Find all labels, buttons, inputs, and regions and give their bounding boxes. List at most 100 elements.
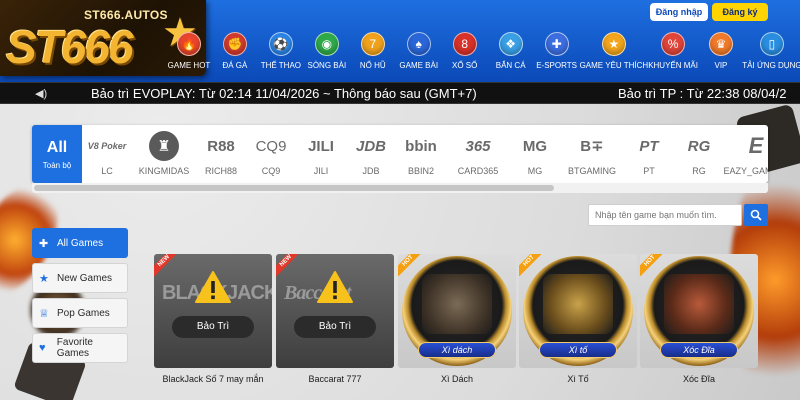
nav-ban-ca[interactable]: ❖ BẮN CÁ bbox=[488, 32, 534, 80]
nav-label: ĐÁ GÀ bbox=[222, 61, 248, 70]
category-favorite-games[interactable]: ♥ Favorite Games bbox=[32, 333, 128, 363]
game-name: Xì Tố bbox=[567, 374, 589, 384]
game-search-input[interactable] bbox=[588, 204, 742, 226]
login-button[interactable]: Đăng nhập bbox=[650, 3, 708, 21]
provider-name: LC bbox=[101, 166, 113, 176]
provider-btgaming[interactable]: B∓ BTGAMING bbox=[560, 125, 624, 183]
game-thumbnail: NEW BLACKJACK Bảo Trì bbox=[154, 254, 272, 368]
provider-all-tab[interactable]: All Toàn bộ bbox=[32, 125, 82, 183]
nav-the-thao[interactable]: ⚽ THỂ THAO bbox=[258, 32, 304, 80]
provider-lc[interactable]: V8 Poker LC bbox=[82, 125, 132, 183]
maintenance-button[interactable]: Bảo Trì bbox=[294, 316, 376, 338]
provider-name: CARD365 bbox=[457, 166, 499, 176]
card-icon: ♠ bbox=[406, 32, 431, 56]
provider-list: V8 Poker LC ♜ KINGMIDAS R88 RICH88 CQ9 C… bbox=[82, 125, 768, 183]
nav-label: GAME BÀI bbox=[399, 61, 439, 70]
nav-label: SÒNG BÀI bbox=[307, 61, 347, 70]
register-button[interactable]: Đăng ký bbox=[712, 3, 768, 21]
nav-no-hu[interactable]: 7 NỔ HŨ bbox=[350, 32, 396, 80]
nav-game-bai[interactable]: ♠ GAME BÀI bbox=[396, 32, 442, 80]
search-button[interactable] bbox=[744, 204, 768, 226]
provider-kingmidas[interactable]: ♜ KINGMIDAS bbox=[132, 125, 196, 183]
game-thumbnail: HOT Xì dách bbox=[398, 254, 516, 368]
new-badge: NEW bbox=[276, 254, 298, 276]
provider-logo: bbin bbox=[405, 137, 437, 155]
provider-pt[interactable]: PT PT bbox=[624, 125, 674, 183]
scrollbar-thumb[interactable] bbox=[34, 185, 554, 191]
game-artwork bbox=[543, 274, 613, 334]
nav-xo-so[interactable]: 8 XỔ SỐ bbox=[442, 32, 488, 80]
provider-name: BBIN2 bbox=[407, 166, 434, 176]
game-thumbnail: HOT Xì tố bbox=[519, 254, 637, 368]
game-thumbnail: NEW Baccarat Bảo Trì bbox=[276, 254, 394, 368]
provider-rg[interactable]: RG RG bbox=[674, 125, 724, 183]
provider-name: EAZY_GAMING bbox=[723, 166, 769, 176]
announcement-text: Bảo trì EVOPLAY: Từ 02:14 11/04/2026 ~ T… bbox=[91, 86, 477, 101]
nav-label: NỔ HŨ bbox=[359, 61, 386, 70]
provider-mg[interactable]: MG MG bbox=[510, 125, 560, 183]
site-header: ST666.AUTOS ST666 ★ Đăng nhập Đăng ký 🔥 … bbox=[0, 0, 800, 82]
category-new-games[interactable]: ★ New Games bbox=[32, 263, 128, 293]
provider-logo: E bbox=[748, 133, 764, 158]
nav-da-ga[interactable]: ✊ ĐÁ GÀ bbox=[212, 32, 258, 80]
nav-label: GAME YÊU THÍCH bbox=[579, 61, 649, 70]
provider-name: RICH88 bbox=[204, 166, 237, 176]
provider-name: BTGAMING bbox=[567, 166, 616, 176]
warning-icon bbox=[195, 271, 231, 303]
provider-card365[interactable]: 365 CARD365 bbox=[446, 125, 510, 183]
maintenance-button[interactable]: Bảo Trì bbox=[172, 316, 254, 338]
game-card-xoc-dia[interactable]: HOT Xóc Đĩa Xóc Đĩa bbox=[640, 254, 758, 386]
crown-icon: ♛ bbox=[708, 32, 733, 56]
provider-eazy-gaming[interactable]: E EAZY_GAMING bbox=[723, 125, 769, 183]
provider-scrollbar[interactable] bbox=[32, 183, 768, 193]
nav-e-sports[interactable]: ✚ E-SPORTS bbox=[534, 32, 580, 80]
nav-song-bai[interactable]: ◉ SÒNG BÀI bbox=[304, 32, 350, 80]
game-card-xi-to[interactable]: HOT Xì tố Xì Tố bbox=[519, 254, 637, 386]
category-label: Favorite Games bbox=[56, 337, 93, 359]
nav-label: THỂ THAO bbox=[260, 61, 302, 70]
game-name: Xì Dách bbox=[440, 374, 473, 384]
chip-icon: ◉ bbox=[314, 32, 339, 56]
nav-label: VIP bbox=[714, 61, 728, 70]
game-name: Baccarat 777 bbox=[308, 374, 362, 384]
provider-logo: JDB bbox=[355, 137, 386, 155]
slot-icon: 7 bbox=[360, 32, 385, 56]
category-pop-games[interactable]: ♕ Pop Games bbox=[32, 298, 128, 328]
provider-jdb[interactable]: JDB JDB bbox=[346, 125, 396, 183]
glove-icon: ✊ bbox=[222, 32, 247, 56]
nav-khuyen-mai[interactable]: % KHUYẾN MÃI bbox=[648, 32, 698, 80]
provider-bbin2[interactable]: bbin BBIN2 bbox=[396, 125, 446, 183]
nav-vip[interactable]: ♛ VIP bbox=[698, 32, 744, 80]
provider-logo: PT bbox=[639, 137, 659, 155]
game-artwork bbox=[664, 274, 734, 334]
category-all-games[interactable]: ✚ All Games bbox=[32, 228, 128, 258]
announcement-text: Bảo trì TP : Từ 22:38 08/04/2 bbox=[618, 86, 787, 101]
nav-label: BẮN CÁ bbox=[495, 61, 526, 70]
nav-game-hot[interactable]: 🔥 GAME HOT bbox=[166, 32, 212, 80]
gamepad-icon: ✚ bbox=[544, 32, 569, 56]
provider-logo: V8 Poker bbox=[87, 141, 127, 151]
nav-tai-ung-dung[interactable]: ▯ TẢI ỨNG DỤNG bbox=[742, 32, 800, 80]
provider-all-subtitle: Toàn bộ bbox=[42, 160, 72, 170]
nav-label: GAME HOT bbox=[167, 61, 211, 70]
game-card-blackjack[interactable]: NEW BLACKJACK Bảo Trì BlackJack Số 7 may… bbox=[154, 254, 272, 386]
game-name: Xóc Đĩa bbox=[682, 374, 715, 384]
game-thumbnail: HOT Xóc Đĩa bbox=[640, 254, 758, 368]
nav-label: KHUYẾN MÃI bbox=[648, 61, 698, 70]
nav-game-yeu-thich[interactable]: ★ GAME YÊU THÍCH bbox=[579, 32, 649, 80]
provider-logo: B∓ bbox=[580, 138, 604, 155]
provider-logo: RG bbox=[687, 137, 711, 155]
provider-jili[interactable]: JILI JILI bbox=[296, 125, 346, 183]
game-card-baccarat[interactable]: NEW Baccarat Bảo Trì Baccarat 777 bbox=[276, 254, 394, 386]
provider-logo: 365 bbox=[465, 137, 491, 155]
provider-cq9[interactable]: CQ9 CQ9 bbox=[246, 125, 296, 183]
provider-name: MG bbox=[527, 166, 543, 176]
nav-label: XỔ SỐ bbox=[452, 61, 478, 70]
gamepad-icon: ✚ bbox=[39, 237, 49, 250]
game-card-xi-dach[interactable]: HOT Xì dách Xì Dách bbox=[398, 254, 516, 386]
provider-name: PT bbox=[643, 166, 655, 176]
provider-rich88[interactable]: R88 RICH88 bbox=[196, 125, 246, 183]
announcement-marquee: ◀) Bảo trì EVOPLAY: Từ 02:14 11/04/2026 … bbox=[0, 82, 800, 104]
provider-logo: CQ9 bbox=[255, 137, 287, 155]
star-icon: ★ bbox=[39, 272, 49, 285]
